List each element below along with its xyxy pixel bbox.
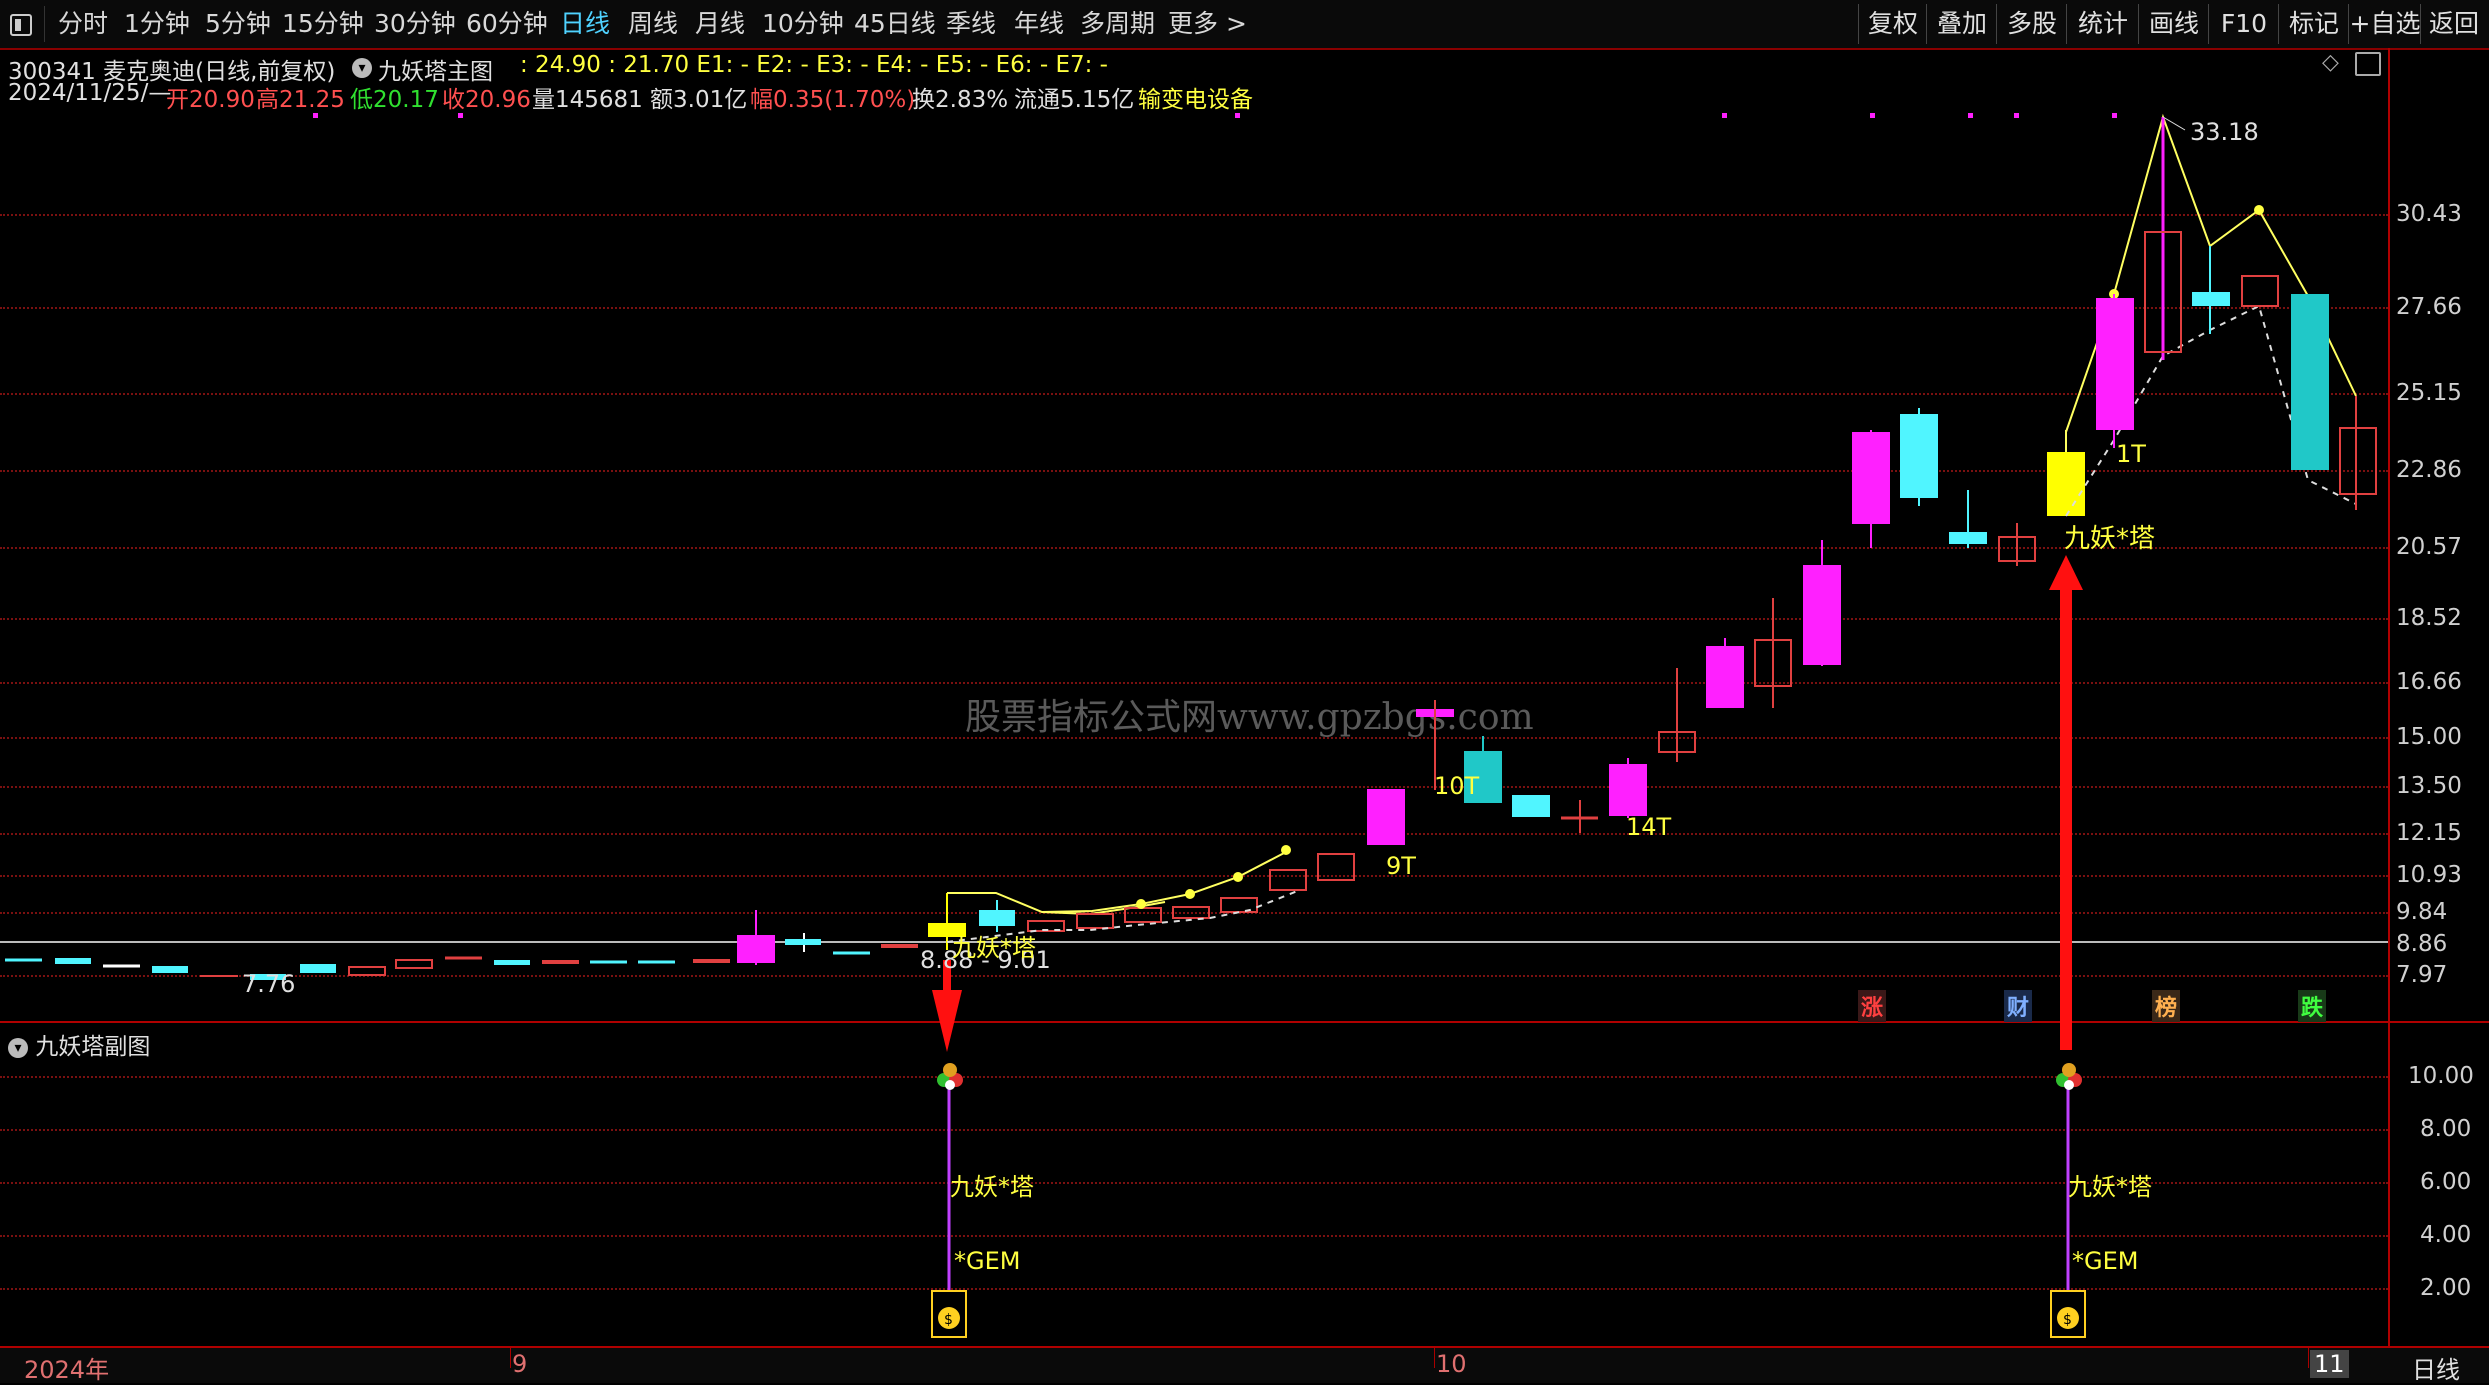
x-label-oct: 10: [1436, 1350, 1467, 1378]
y-label: 7.97: [2396, 962, 2448, 988]
sub-indicator-chart[interactable]: $ $: [0, 1023, 2388, 1346]
y-label: 22.86: [2396, 457, 2462, 483]
badge-ranking[interactable]: 榜: [2152, 990, 2181, 1022]
money-bag-icon: $: [2050, 1290, 2086, 1338]
y-label: 10.93: [2396, 862, 2462, 888]
y-label: 27.66: [2396, 294, 2462, 320]
y-label: 8.86: [2396, 931, 2448, 957]
x-label-year: 2024年: [24, 1356, 110, 1384]
sub-gem-label: *GEM: [954, 1247, 1021, 1275]
right-axis-border: [2388, 48, 2390, 1346]
x-period-label[interactable]: 日线: [2412, 1350, 2460, 1385]
sub-y-label: 8.00: [2420, 1116, 2472, 1142]
x-axis-bar: [0, 1348, 2489, 1383]
signal-candle: [2047, 452, 2085, 516]
y-label: 20.57: [2396, 534, 2462, 560]
y-label: 13.50: [2396, 773, 2462, 799]
x-label-sep: 9: [512, 1350, 528, 1378]
svg-text:$: $: [944, 1312, 953, 1328]
red-arrow-2: [2049, 555, 2083, 1050]
t-count-label: 9T: [1386, 852, 1416, 880]
signal-label-1: 九妖*塔: [952, 934, 1036, 962]
sub-signal-label: 九妖*塔: [950, 1173, 1034, 1201]
high-price-label: 33.18: [2190, 118, 2259, 146]
svg-text:$: $: [2063, 1312, 2072, 1328]
y-label: 30.43: [2396, 201, 2462, 227]
fruit-icon: [2056, 1063, 2082, 1090]
y-label: 15.00: [2396, 724, 2462, 750]
sub-y-label: 4.00: [2420, 1222, 2472, 1248]
sub-y-label: 6.00: [2420, 1169, 2472, 1195]
signal-label-2: 九妖*塔: [2064, 524, 2156, 554]
sub-gem-label: *GEM: [2072, 1247, 2139, 1275]
y-label: 16.66: [2396, 669, 2462, 695]
badge-fall[interactable]: 跌: [2298, 990, 2327, 1022]
money-bag-icon: $: [931, 1290, 967, 1338]
fruit-icon: [937, 1063, 963, 1090]
badge-finance[interactable]: 财: [2004, 990, 2033, 1022]
back-button[interactable]: 返回: [2420, 4, 2487, 44]
t-count-label: 1T: [2116, 440, 2146, 468]
x-label-nov: 11: [2310, 1350, 2349, 1378]
y-label: 12.15: [2396, 820, 2462, 846]
sub-signal-label: 九妖*塔: [2068, 1173, 2152, 1201]
low-price-label: 7.76: [242, 970, 296, 998]
candles-early: [5, 910, 918, 980]
y-label: 18.52: [2396, 605, 2462, 631]
y-label: 25.15: [2396, 380, 2462, 406]
y-label: 9.84: [2396, 899, 2448, 925]
sub-y-label: 10.00: [2408, 1063, 2474, 1089]
t-count-label: 14T: [1626, 813, 1672, 841]
badge-rise[interactable]: 涨: [1858, 990, 1887, 1022]
sub-y-label: 2.00: [2420, 1275, 2472, 1301]
top-marker-dots: [313, 113, 2117, 118]
t-count-label: 10T: [1434, 772, 1480, 800]
